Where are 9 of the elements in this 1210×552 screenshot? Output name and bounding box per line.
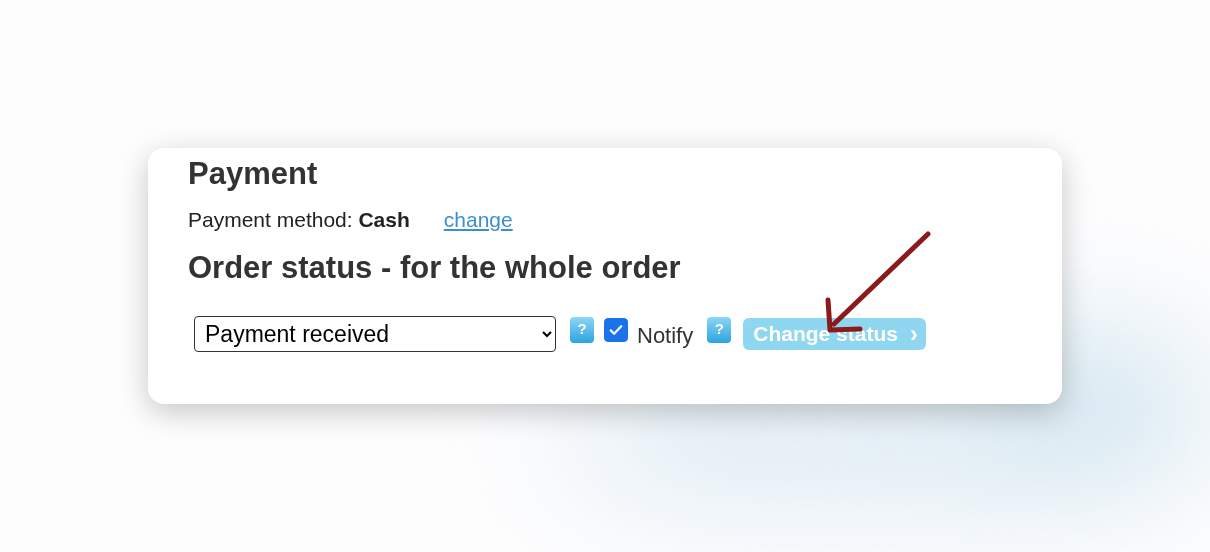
notify-checkbox[interactable] <box>604 318 628 342</box>
change-link[interactable]: change <box>443 208 513 232</box>
help-button[interactable]: ? <box>570 317 594 343</box>
section-heading: Order status - for the whole order <box>188 250 682 286</box>
notify-label: Notify <box>637 323 694 349</box>
help-button[interactable]: ? <box>707 317 732 343</box>
payment-method-text: Payment method: Cash <box>188 208 410 232</box>
section-heading: Payment <box>188 156 319 192</box>
status-dropdown[interactable]: Payment received <box>194 316 556 352</box>
